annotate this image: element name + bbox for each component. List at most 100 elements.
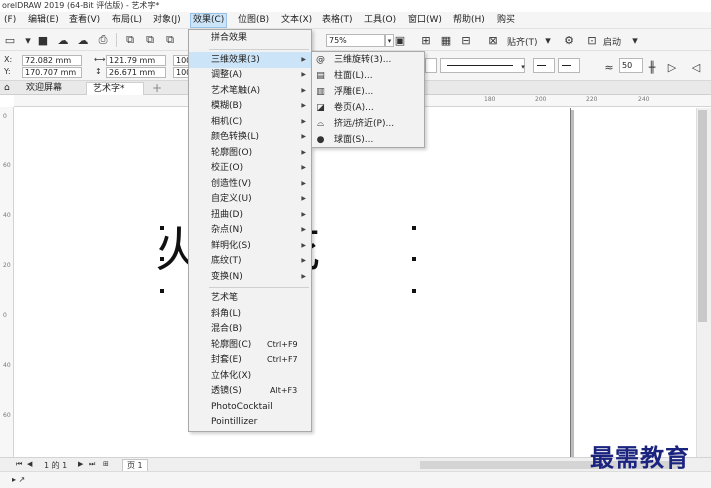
menu-item-photococktail[interactable]: PhotoCocktail	[189, 399, 311, 415]
smoothing-spin-icon[interactable]: ╫	[644, 59, 660, 75]
menu-table[interactable]: 表格(T)	[320, 13, 355, 28]
tab-welcome-screen[interactable]: 欢迎屏幕	[20, 82, 68, 95]
menu-item-artistic-media[interactable]: 艺术笔	[189, 290, 311, 306]
height-field[interactable]: 26.671 mm	[106, 67, 166, 78]
menu-item-envelope[interactable]: 封套(E) Ctrl+F7	[189, 352, 311, 368]
tab-art-text[interactable]: 艺术字*	[86, 82, 144, 95]
rulers-icon[interactable]: ⊞	[418, 32, 434, 48]
menu-item-emboss[interactable]: ▥ 浮雕(E)...	[312, 84, 424, 100]
print-icon[interactable]: ⎙	[95, 32, 111, 48]
emboss-icon: ▥	[316, 87, 325, 97]
snap-to-icon[interactable]: ⊠	[485, 32, 501, 48]
menu-tools[interactable]: 工具(O)	[362, 13, 398, 28]
width-field[interactable]: 121.79 mm	[106, 55, 166, 66]
scale-y-field[interactable]: 100	[173, 67, 189, 78]
home-icon[interactable]: ⌂	[4, 82, 18, 95]
menu-edit[interactable]: 编辑(E)	[26, 13, 61, 28]
start-arrow-select[interactable]	[533, 58, 555, 73]
launch-dropdown-chevron-icon[interactable]: ▾	[627, 32, 643, 48]
save-icon[interactable]: ■	[35, 32, 51, 48]
menu-item-correct[interactable]: 校正(O) ▶	[189, 160, 311, 176]
vertical-ruler[interactable]: 0 60 40 20 0 40 60	[0, 107, 14, 457]
menu-layout[interactable]: 布局(L)	[110, 13, 144, 28]
previous-page-icon[interactable]: ◀	[27, 460, 32, 468]
menu-item-art-strokes[interactable]: 艺术笔触(A) ▶	[189, 83, 311, 99]
copy-icon[interactable]: ⧉	[142, 32, 158, 48]
menu-item-distort[interactable]: 扭曲(D) ▶	[189, 207, 311, 223]
menu-item-adjust[interactable]: 调整(A) ▶	[189, 67, 311, 83]
selection-handle[interactable]	[412, 289, 416, 293]
selection-handle[interactable]	[412, 226, 416, 230]
full-screen-icon[interactable]: ▣	[392, 32, 408, 48]
scale-x-field[interactable]: 100	[173, 55, 189, 66]
menu-effects[interactable]: 效果(C)	[190, 13, 228, 28]
menu-item-bevel[interactable]: 斜角(L)	[189, 306, 311, 322]
x-position-field[interactable]: 72.082 mm	[22, 55, 82, 66]
menu-item-page-curl[interactable]: ◪ 卷页(A)...	[312, 100, 424, 116]
last-page-icon[interactable]: ⏭	[89, 460, 95, 469]
menu-item-blur[interactable]: 模糊(B) ▶	[189, 98, 311, 114]
menu-view[interactable]: 查看(V)	[67, 13, 102, 28]
menu-item-custom[interactable]: 自定义(U) ▶	[189, 191, 311, 207]
menu-buy[interactable]: 购买	[495, 13, 517, 28]
paste-icon[interactable]: ⧉	[162, 32, 178, 48]
add-tab-icon[interactable]: +	[148, 82, 166, 95]
ruler-tick-label: 240	[638, 96, 650, 103]
end-arrow-select[interactable]	[558, 58, 580, 73]
options-gear-icon[interactable]: ⚙	[561, 32, 577, 48]
menu-item-texture[interactable]: 底纹(T) ▶	[189, 253, 311, 269]
cloud-upload-icon[interactable]: ☁	[55, 32, 71, 48]
menu-item-flatten-effect[interactable]: 拼合效果	[189, 30, 311, 46]
new-document-icon[interactable]: ▭	[2, 32, 18, 48]
menu-item-creative[interactable]: 创造性(V) ▶	[189, 176, 311, 192]
grid-icon[interactable]: ▦	[438, 32, 454, 48]
snap-to-label[interactable]: 贴齐(T)	[507, 35, 538, 48]
selection-handle[interactable]	[412, 257, 416, 261]
menu-item-blend[interactable]: 混合(B)	[189, 321, 311, 337]
next-page-icon[interactable]: ▶	[78, 460, 83, 468]
more-options-icon[interactable]: ◁	[688, 59, 704, 75]
cut-icon[interactable]: ⧉	[122, 32, 138, 48]
y-position-field[interactable]: 170.707 mm	[22, 67, 82, 78]
outline-dropdown-chevron-icon[interactable]: ▾	[515, 59, 531, 75]
snap-dropdown-chevron-icon[interactable]: ▾	[540, 32, 556, 48]
open-dropdown-icon[interactable]: ▾	[20, 32, 36, 48]
add-page-icon[interactable]: ⊞	[103, 460, 109, 468]
menu-object[interactable]: 对象(J)	[151, 13, 183, 28]
selection-handle[interactable]	[160, 289, 164, 293]
menu-item-3d-effects[interactable]: 三维效果(3) ▶	[189, 52, 311, 68]
menu-help[interactable]: 帮助(H)	[451, 13, 487, 28]
menu-bitmaps[interactable]: 位图(B)	[236, 13, 271, 28]
menu-item-extrude[interactable]: 立体化(X)	[189, 368, 311, 384]
outline-style-select[interactable]	[440, 58, 525, 73]
menu-item-contour[interactable]: 轮廓图(O) ▶	[189, 145, 311, 161]
selection-handle[interactable]	[160, 257, 164, 261]
menu-item-pointillizer[interactable]: Pointillizer	[189, 414, 311, 430]
font-style-select[interactable]	[425, 58, 437, 73]
menu-item-3d-rotate[interactable]: @ 三维旋转(3)...	[312, 52, 424, 68]
vertical-scroll-thumb[interactable]	[698, 110, 707, 322]
cloud-download-icon[interactable]: ☁	[75, 32, 91, 48]
wrap-text-icon[interactable]: ▷	[664, 59, 680, 75]
zoom-level-select[interactable]: 75%	[326, 34, 385, 47]
menu-item-transform[interactable]: 变换(N) ▶	[189, 269, 311, 285]
menu-item-color-transform[interactable]: 颜色转换(L) ▶	[189, 129, 311, 145]
menu-item-noise[interactable]: 杂点(N) ▶	[189, 222, 311, 238]
menu-item-pinch-punch[interactable]: ⌓ 挤远/挤近(P)...	[312, 116, 424, 132]
menu-item-sharpen[interactable]: 鲜明化(S) ▶	[189, 238, 311, 254]
guidelines-icon[interactable]: ⊟	[458, 32, 474, 48]
menu-item-contour-tool[interactable]: 轮廓图(C) Ctrl+F9	[189, 337, 311, 353]
menu-item-lens[interactable]: 透镜(S) Alt+F3	[189, 383, 311, 399]
selection-handle[interactable]	[160, 226, 164, 230]
menu-file[interactable]: (F)	[2, 13, 18, 28]
menu-item-camera[interactable]: 相机(C) ▶	[189, 114, 311, 130]
menu-text[interactable]: 文本(X)	[279, 13, 314, 28]
menu-window[interactable]: 窗口(W)	[406, 13, 444, 28]
menu-item-cylinder[interactable]: ▤ 柱面(L)...	[312, 68, 424, 84]
menu-item-sphere[interactable]: ● 球面(S)...	[312, 132, 424, 148]
first-page-icon[interactable]: ⏮	[16, 460, 22, 469]
launch-label[interactable]: 启动	[603, 35, 621, 48]
smoothing-field[interactable]: 50	[619, 58, 643, 73]
launch-icon[interactable]: ⊡	[584, 32, 600, 48]
drawing-canvas[interactable]	[15, 108, 696, 457]
